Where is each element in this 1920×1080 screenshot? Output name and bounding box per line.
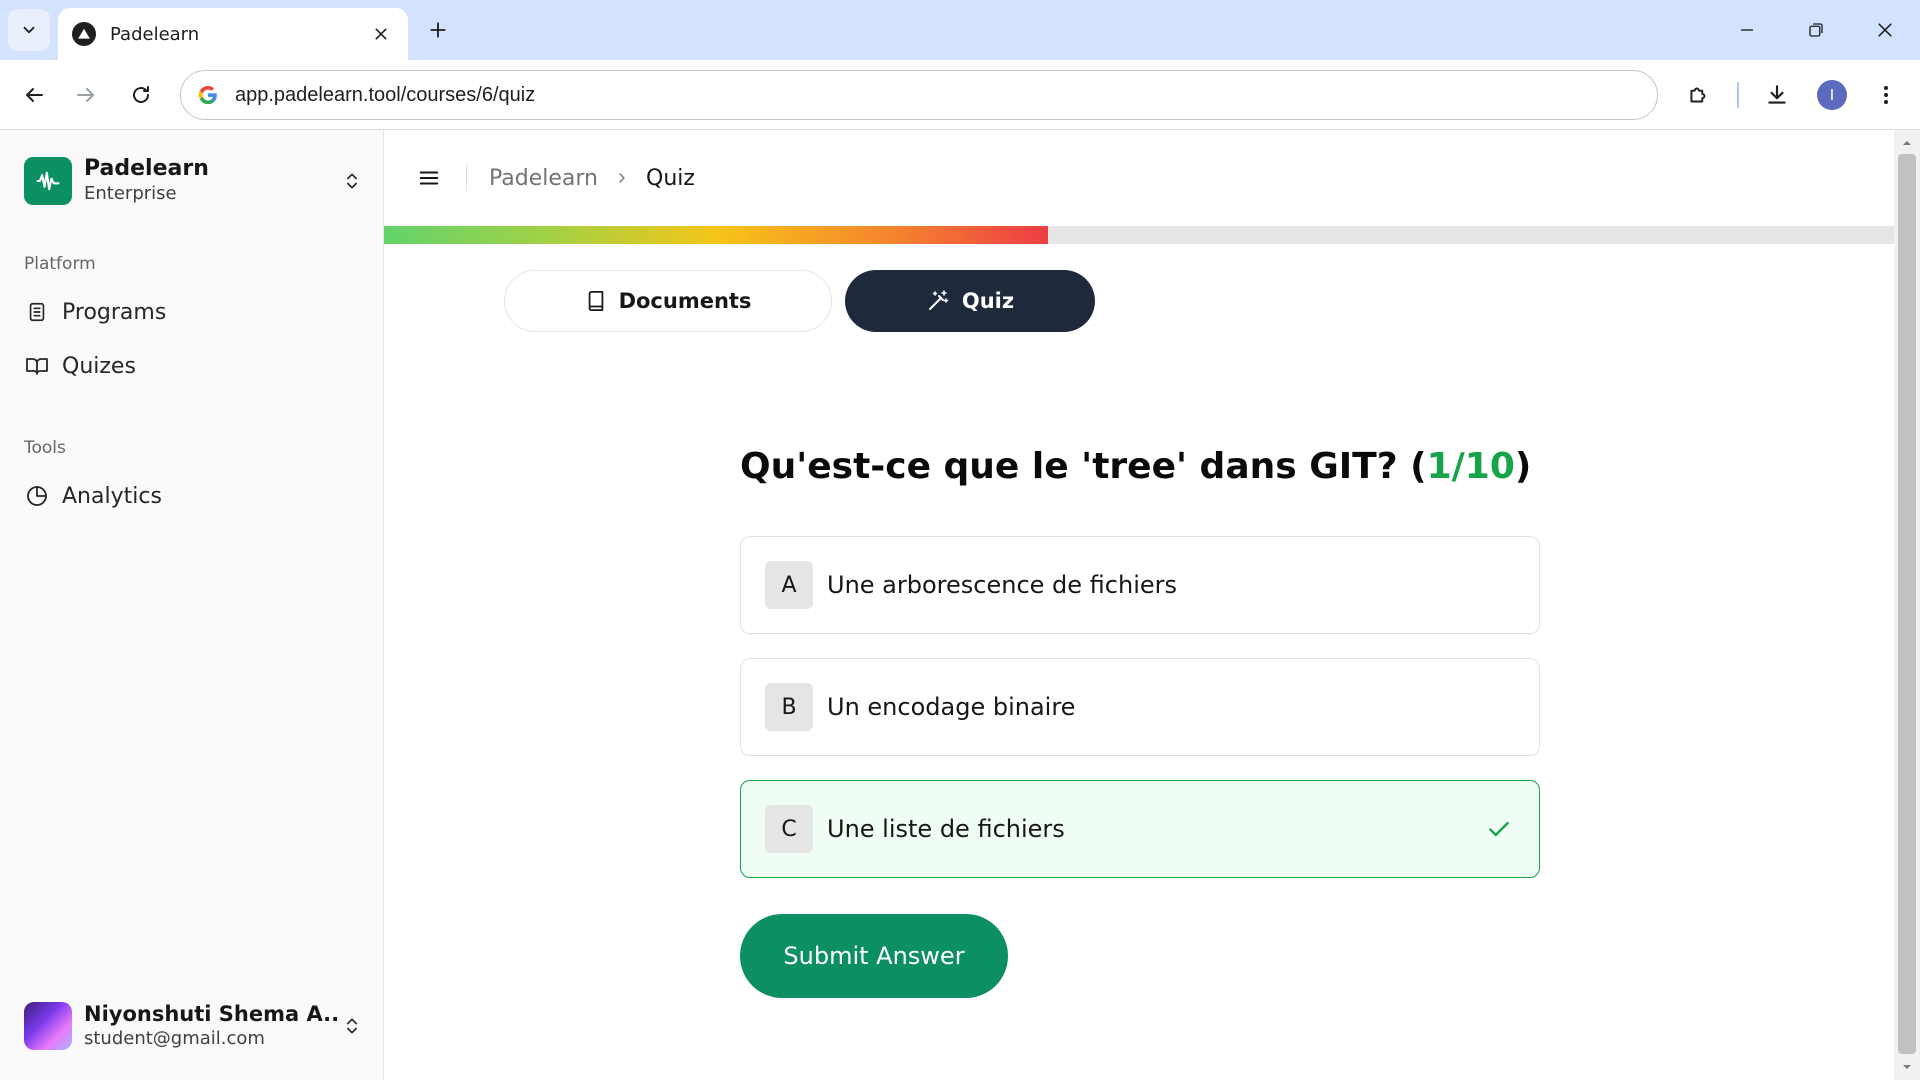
book-icon (588, 290, 603, 312)
forward-button[interactable] (66, 75, 106, 115)
submit-answer-button[interactable]: Submit Answer (740, 914, 1008, 998)
chevron-down-icon (23, 26, 35, 34)
close-icon (375, 28, 387, 40)
arrow-right-icon (77, 88, 94, 102)
browser-tab-strip: Padelearn (0, 0, 1920, 60)
answer-option-a[interactable]: A Une arborescence de fichiers (740, 536, 1540, 634)
tab-quiz-label: Quiz (961, 289, 1015, 313)
padelearn-favicon-icon (72, 22, 96, 46)
close-icon (1878, 23, 1892, 37)
tab-quiz[interactable]: Quiz (845, 270, 1095, 332)
brand-name: Padelearn (84, 156, 209, 181)
extensions-button[interactable] (1679, 75, 1719, 115)
quiz-progress-bar (384, 226, 1894, 244)
sidebar-item-label: Programs (62, 299, 167, 325)
puzzle-icon (1690, 87, 1706, 103)
restore-button[interactable] (1793, 12, 1839, 48)
question-paren-open: ( (1410, 446, 1427, 487)
user-menu[interactable]: Niyonshuti Shema A... student@gmail.com (24, 998, 364, 1054)
option-text: Une arborescence de fichiers (827, 571, 1177, 599)
tab-documents[interactable]: Documents (504, 270, 832, 332)
scrollbar-thumb[interactable] (1898, 154, 1916, 1054)
back-button[interactable] (14, 75, 54, 115)
sidebar-toggle-button[interactable] (412, 161, 446, 195)
google-icon (195, 82, 221, 108)
sidebar: Padelearn Enterprise Platform Programs Q… (0, 130, 384, 1080)
browser-tab-active[interactable]: Padelearn (58, 8, 408, 60)
nav-group-label-tools: Tools (24, 438, 66, 458)
nav-group-label-platform: Platform (24, 254, 96, 274)
sidebar-item-analytics[interactable]: Analytics (14, 474, 370, 518)
option-text: Une liste de fichiers (827, 815, 1065, 843)
user-email: student@gmail.com (84, 1028, 265, 1049)
answer-option-c[interactable]: C Une liste de fichiers (740, 780, 1540, 878)
user-name: Niyonshuti Shema A... (84, 1002, 340, 1026)
download-icon (1768, 85, 1786, 104)
arrow-left-icon (26, 88, 43, 102)
padelearn-logo-icon (24, 157, 72, 205)
document-icon (24, 299, 50, 325)
tab-search-button[interactable] (8, 9, 50, 51)
magic-wand-icon (928, 290, 949, 310)
quiz-progress-fill (384, 226, 1049, 244)
menu-icon (419, 171, 439, 185)
minimize-icon (1741, 29, 1753, 31)
option-letter: B (765, 683, 813, 731)
option-letter: C (765, 805, 813, 853)
chevrons-up-down-icon (340, 1014, 364, 1038)
breadcrumb-current: Quiz (646, 165, 695, 191)
address-bar[interactable]: app.padelearn.tool/courses/6/quiz (180, 70, 1658, 120)
option-text: Un encodage binaire (827, 693, 1076, 721)
toolbar-divider (1737, 82, 1739, 108)
sidebar-item-label: Analytics (62, 483, 162, 509)
sidebar-item-programs[interactable]: Programs (14, 290, 370, 334)
reload-icon (133, 86, 149, 103)
chevron-right-icon (614, 170, 630, 186)
profile-button[interactable]: I (1812, 75, 1852, 115)
sidebar-item-quizes[interactable]: Quizes (14, 344, 370, 388)
sidebar-item-label: Quizes (62, 353, 136, 379)
header-divider (466, 165, 467, 191)
page-scrollbar[interactable] (1894, 130, 1920, 1080)
breadcrumb-root[interactable]: Padelearn (489, 166, 598, 191)
pie-chart-icon (24, 483, 50, 509)
check-icon (1483, 813, 1515, 845)
book-open-icon (24, 353, 50, 379)
avatar (24, 1002, 72, 1050)
question-text: Qu'est-ce que le 'tree' dans GIT? (740, 446, 1411, 487)
address-url: app.padelearn.tool/courses/6/quiz (235, 83, 536, 106)
more-vertical-icon (1884, 86, 1888, 104)
option-letter: A (765, 561, 813, 609)
tab-title: Padelearn (110, 23, 200, 45)
question-paren-close: ) (1514, 446, 1532, 487)
tab-close-button[interactable] (368, 21, 394, 47)
question-counter: 1/10 (1426, 446, 1515, 487)
team-switcher[interactable]: Padelearn Enterprise (24, 156, 364, 206)
tab-documents-label: Documents (618, 289, 752, 313)
answer-option-b[interactable]: B Un encodage binaire (740, 658, 1540, 756)
scroll-down-arrow-icon[interactable] (1900, 1060, 1914, 1074)
restore-icon (1809, 23, 1823, 37)
question-title: Qu'est-ce que le 'tree' dans GIT? (1/10) (740, 446, 1640, 487)
scroll-up-arrow-icon[interactable] (1900, 136, 1914, 150)
downloads-button[interactable] (1757, 75, 1797, 115)
plus-icon (430, 22, 446, 38)
close-window-button[interactable] (1862, 12, 1908, 48)
profile-avatar: I (1817, 80, 1847, 110)
brand-plan: Enterprise (84, 183, 177, 204)
chevrons-up-down-icon (340, 169, 364, 193)
browser-menu-button[interactable] (1866, 75, 1906, 115)
page-header: Padelearn Quiz (384, 130, 1894, 226)
browser-toolbar: app.padelearn.tool/courses/6/quiz I (0, 60, 1920, 130)
reload-button[interactable] (121, 75, 161, 115)
minimize-button[interactable] (1724, 12, 1770, 48)
new-tab-button[interactable] (422, 14, 454, 46)
main-content: Padelearn Quiz Documents Quiz Qu'est-ce … (384, 130, 1894, 1080)
